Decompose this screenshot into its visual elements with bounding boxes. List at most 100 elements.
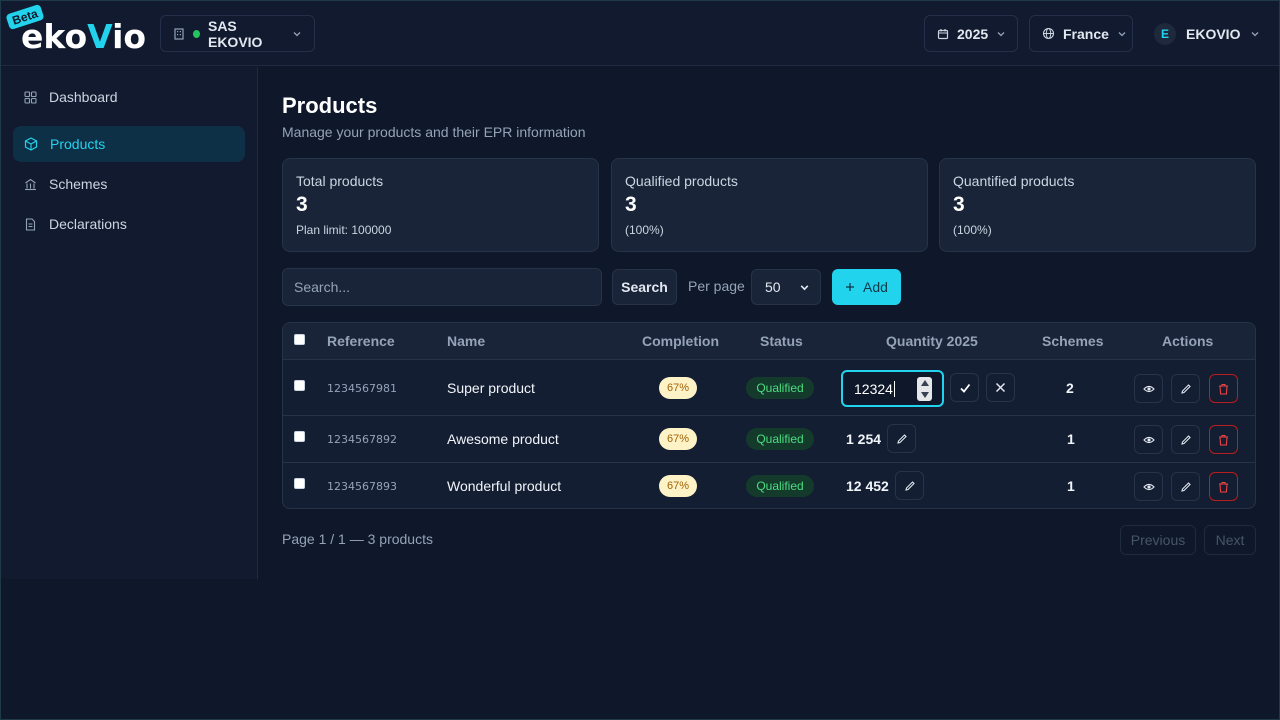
header-schemes: Schemes <box>1042 333 1104 349</box>
chevron-down-icon <box>800 284 809 290</box>
status-badge: Qualified <box>746 377 814 399</box>
year-selector[interactable]: 2025 <box>924 15 1018 52</box>
box-icon <box>24 137 38 151</box>
row-checkbox[interactable] <box>294 478 305 489</box>
page-subtitle: Manage your products and their EPR infor… <box>282 124 586 140</box>
trash-icon <box>1219 383 1228 395</box>
sidebar-item-declarations[interactable]: Declarations <box>13 206 245 242</box>
stat-card-quantified: Quantified products 3 (100%) <box>939 158 1256 252</box>
cancel-quantity-button[interactable] <box>986 373 1015 402</box>
table-row: 1234567981 Super product 67% Qualified 1… <box>283 361 1255 416</box>
text-caret <box>893 380 895 397</box>
organization-name: SAS EKOVIO <box>207 17 263 50</box>
per-page-select[interactable]: 50 <box>751 269 821 305</box>
logo[interactable]: ekoVio Beta <box>5 3 151 56</box>
row-quantity: 12 452 <box>846 478 889 494</box>
stat-note: (100%) <box>625 223 664 237</box>
row-name[interactable]: Wonderful product <box>447 478 561 494</box>
header-quantity: Quantity 2025 <box>886 333 978 349</box>
stepper-down-icon <box>920 392 929 398</box>
add-button-label: Add <box>863 279 888 295</box>
view-button[interactable] <box>1134 425 1163 454</box>
logo-wordmark: ekoVio <box>21 17 147 56</box>
confirm-quantity-button[interactable] <box>950 373 979 402</box>
row-reference: 1234567893 <box>327 480 397 493</box>
top-bar: ekoVio Beta SAS EKOVIO 2025 France E EKO… <box>1 1 1279 66</box>
edit-button[interactable] <box>1171 374 1200 403</box>
plus-icon <box>846 283 855 291</box>
sidebar-item-label: Products <box>50 136 106 152</box>
view-button[interactable] <box>1134 472 1163 501</box>
sidebar-item-schemes[interactable]: Schemes <box>13 166 245 202</box>
pencil-icon <box>904 480 915 491</box>
delete-button[interactable] <box>1209 374 1238 403</box>
country-selector[interactable]: France <box>1029 15 1133 52</box>
edit-quantity-button[interactable] <box>887 424 916 453</box>
header-actions: Actions <box>1162 333 1214 349</box>
year-value: 2025 <box>957 25 989 42</box>
view-button[interactable] <box>1134 374 1163 403</box>
header-status: Status <box>760 333 803 349</box>
stat-label: Qualified products <box>625 173 738 189</box>
stat-label: Total products <box>296 173 384 189</box>
organization-selector[interactable]: SAS EKOVIO <box>160 15 315 52</box>
globe-icon <box>1042 27 1055 40</box>
edit-button[interactable] <box>1171 425 1200 454</box>
stat-label: Quantified products <box>953 173 1075 189</box>
row-name[interactable]: Awesome product <box>447 431 559 447</box>
quantity-input-value: 12324 <box>854 380 893 397</box>
row-quantity: 1 254 <box>846 431 882 447</box>
page-title: Products <box>282 93 378 118</box>
per-page-value: 50 <box>765 279 781 295</box>
next-page-button[interactable]: Next <box>1204 525 1256 555</box>
sidebar-item-label: Declarations <box>49 216 127 232</box>
sidebar-item-dashboard[interactable]: Dashboard <box>13 79 245 115</box>
row-checkbox[interactable] <box>294 380 305 391</box>
header-completion: Completion <box>642 333 719 349</box>
edit-button[interactable] <box>1171 472 1200 501</box>
building-icon <box>174 27 184 40</box>
quantity-input[interactable]: 12324 <box>841 370 944 407</box>
add-product-button[interactable]: Add <box>832 269 901 305</box>
row-schemes: 2 <box>1066 380 1074 396</box>
trash-icon <box>1219 434 1228 446</box>
chevron-down-icon <box>997 31 1005 36</box>
sidebar-item-label: Schemes <box>49 176 108 192</box>
row-schemes: 1 <box>1067 431 1075 447</box>
search-button[interactable]: Search <box>612 269 677 305</box>
chevron-down-icon <box>1252 31 1259 36</box>
sidebar-item-products[interactable]: Products <box>13 126 245 162</box>
sidebar: Dashboard Products Schemes Declarations <box>1 67 258 579</box>
select-all-checkbox[interactable] <box>294 334 305 345</box>
row-name[interactable]: Super product <box>447 380 535 396</box>
stat-value: 3 <box>625 193 637 216</box>
row-schemes: 1 <box>1067 478 1075 494</box>
products-table: Reference Name Completion Status Quantit… <box>282 322 1256 509</box>
quantity-stepper[interactable] <box>917 377 932 401</box>
search-input[interactable] <box>282 268 602 306</box>
status-badge: Qualified <box>746 428 814 450</box>
completion-badge: 67% <box>659 475 697 497</box>
edit-quantity-button[interactable] <box>895 471 924 500</box>
stat-note: (100%) <box>953 223 992 237</box>
previous-page-button[interactable]: Previous <box>1120 525 1196 555</box>
user-menu[interactable]: E EKOVIO <box>1144 15 1270 52</box>
stepper-up-icon <box>920 380 929 386</box>
completion-badge: 67% <box>659 428 697 450</box>
row-checkbox[interactable] <box>294 431 305 442</box>
table-header: Reference Name Completion Status Quantit… <box>283 323 1255 360</box>
country-value: France <box>1063 25 1109 42</box>
row-reference: 1234567981 <box>327 382 397 395</box>
pagination-summary: Page 1 / 1 — 3 products <box>282 531 433 547</box>
completion-badge: 67% <box>659 377 697 399</box>
eye-icon <box>1142 483 1155 490</box>
per-page-label: Per page <box>688 278 745 294</box>
user-name: EKOVIO <box>1186 25 1241 42</box>
check-icon <box>959 383 970 393</box>
stat-card-total: Total products 3 Plan limit: 100000 <box>282 158 599 252</box>
header-name[interactable]: Name <box>447 333 485 349</box>
delete-button[interactable] <box>1209 472 1238 501</box>
header-reference[interactable]: Reference <box>327 333 395 349</box>
row-reference: 1234567892 <box>327 433 397 446</box>
delete-button[interactable] <box>1209 425 1238 454</box>
